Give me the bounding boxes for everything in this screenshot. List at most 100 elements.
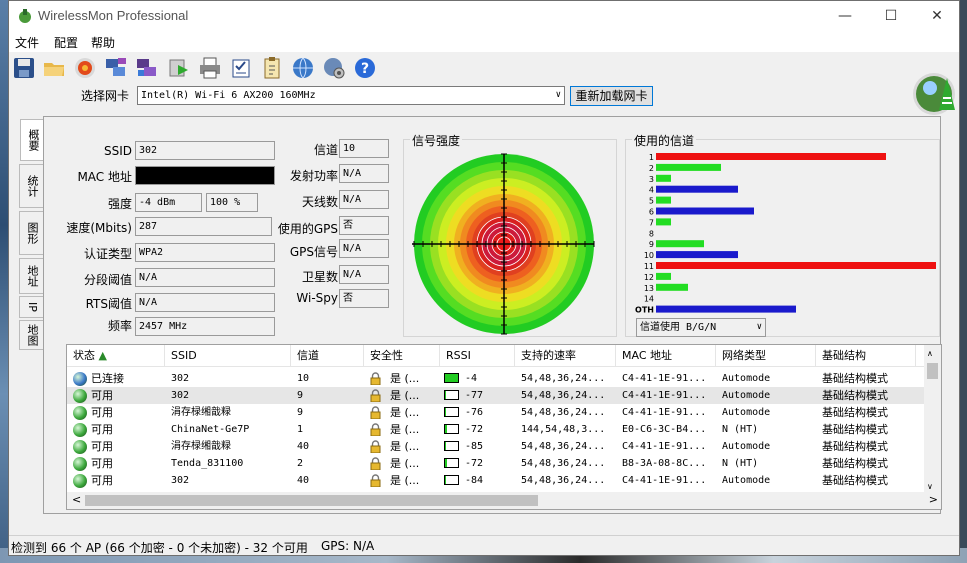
strength-pct-field: 100 %	[206, 193, 258, 212]
vertical-scrollbar[interactable]: ∧ ∨	[924, 345, 941, 493]
record-icon[interactable]	[73, 56, 97, 80]
col-infrastructure[interactable]: 基础结构	[816, 345, 916, 367]
cell-rates: 54,48,36,24...	[521, 475, 606, 486]
cell-mac: E0-C6-3C-B4...	[622, 424, 707, 435]
gps-used-label: 使用的GPS	[277, 222, 338, 236]
horizontal-scrollbar[interactable]: < >	[67, 492, 941, 509]
cell-infra: 基础结构模式	[822, 372, 888, 385]
maximize-button[interactable]: ☐	[868, 1, 914, 32]
channel-tick-label: 2	[649, 164, 654, 173]
gps-signal-field: N/A	[339, 239, 389, 258]
cell-infra: 基础结构模式	[822, 389, 888, 402]
col-ssid[interactable]: SSID	[165, 345, 291, 367]
vertical-scroll-thumb[interactable]	[927, 363, 938, 379]
tab-ip[interactable]: IP	[19, 296, 43, 318]
channel-bar	[656, 196, 671, 204]
satellites-label: 卫星数	[301, 270, 338, 284]
col-network-type[interactable]: 网络类型	[716, 345, 816, 367]
scroll-right-icon[interactable]: >	[929, 493, 938, 506]
cell-infra: 基础结构模式	[822, 423, 888, 436]
settings-globe-icon[interactable]	[322, 56, 346, 80]
scroll-down-icon[interactable]: ∨	[927, 482, 933, 491]
tab-address[interactable]: 地址	[19, 258, 43, 294]
horizontal-scroll-thumb[interactable]	[85, 495, 538, 506]
channel-tick-label: 7	[649, 218, 654, 227]
channel-field: 10	[339, 139, 389, 158]
status-bar: 检测到 66 个 AP (66 个加密 - 0 个未加密) - 32 个可用 G…	[9, 535, 959, 556]
col-mac[interactable]: MAC 地址	[616, 345, 716, 367]
wispy-label: Wi-Spy	[296, 291, 338, 305]
menu-file[interactable]: 文件	[15, 34, 39, 51]
nic-select[interactable]: Intel(R) Wi-Fi 6 AX200 160MHz ∨	[137, 86, 565, 105]
channel-tick-label: 13	[644, 284, 654, 293]
cell-security: 是 (...	[390, 406, 420, 419]
chevron-down-icon: ∨	[555, 90, 561, 100]
save-icon[interactable]	[12, 56, 36, 80]
tab-summary[interactable]: 概要	[20, 119, 44, 161]
col-channel[interactable]: 信道	[291, 345, 364, 367]
table-row[interactable]: 可用 302 9 是 (... -77 54,48,36,24... C4-41-1E-91…	[67, 387, 927, 404]
rssi-meter	[444, 458, 459, 468]
cell-channel: 2	[297, 458, 304, 469]
channels-used-group: 使用的信道 1 2 3 4 5 6 7 8 9 10 11 12 13 14 OTH 信道使用 B/G/N …	[625, 132, 940, 337]
help-icon[interactable]: ?	[353, 56, 377, 80]
network-cards-alt-icon[interactable]	[135, 56, 159, 80]
checklist-icon[interactable]	[229, 56, 253, 80]
status-dot-icon	[73, 474, 87, 488]
cell-channel: 40	[297, 475, 310, 486]
reload-nic-button[interactable]: 重新加载网卡	[570, 86, 653, 106]
close-button[interactable]: ✕	[914, 1, 960, 32]
table-row[interactable]: 可用 Tenda_831100 2 是 (... -72 54,48,36,24... B8…	[67, 455, 927, 472]
table-row[interactable]: 可用 302 40 是 (... -84 54,48,36,24... C4-41-1E-9…	[67, 472, 927, 489]
menu-help[interactable]: 帮助	[91, 34, 115, 51]
cell-mac: C4-41-1E-91...	[622, 390, 707, 401]
tab-statistics[interactable]: 统计	[19, 164, 43, 208]
channel-usage-select[interactable]: 信道使用 B/G/N ∨	[636, 318, 766, 337]
window-title: WirelessMon Professional	[38, 8, 189, 23]
cell-mac: C4-41-1E-91...	[622, 441, 707, 452]
tab-graph[interactable]: 图形	[19, 211, 43, 255]
channel-bar	[656, 153, 886, 160]
menu-config[interactable]: 配置	[54, 34, 78, 51]
channel-bar	[656, 283, 688, 291]
channel-bar	[656, 240, 704, 248]
clipboard-icon[interactable]	[260, 56, 284, 80]
open-folder-icon[interactable]	[42, 56, 66, 80]
lock-icon	[370, 474, 381, 487]
cell-security: 是 (...	[390, 423, 420, 436]
rts-field: N/A	[135, 293, 275, 312]
run-icon[interactable]	[167, 56, 191, 80]
channel-bar	[656, 272, 671, 280]
network-cards-icon[interactable]	[104, 56, 128, 80]
col-security[interactable]: 安全性	[364, 345, 440, 367]
globe-icon[interactable]	[291, 56, 315, 80]
col-rates[interactable]: 支持的速率	[515, 345, 616, 367]
rssi-meter-fill	[445, 391, 447, 399]
wispy-field: 否	[339, 289, 389, 308]
title-bar: WirelessMon Professional — ☐ ✕	[9, 1, 959, 32]
table-row[interactable]: 已连接 302 10 是 (... -4 54,48,36,24... C4-41-1E-9…	[67, 370, 927, 387]
cell-infra: 基础结构模式	[822, 474, 888, 487]
print-icon[interactable]	[198, 56, 222, 80]
rssi-meter	[444, 390, 459, 400]
speed-field: 287	[135, 217, 272, 236]
menu-bar: 文件 配置 帮助	[9, 32, 959, 52]
status-dot-icon	[73, 406, 87, 420]
channel-bar-chart: 1234567891011121314OTH	[635, 153, 936, 315]
txpower-field: N/A	[339, 164, 389, 183]
col-status[interactable]: 状态 ▲	[67, 345, 165, 367]
minimize-button[interactable]: —	[822, 1, 868, 32]
table-row[interactable]: 可用 ChinaNet-Ge7P 1 是 (... -72 144,54,48,3... E…	[67, 421, 927, 438]
scroll-left-icon[interactable]: <	[72, 493, 81, 506]
scroll-up-icon[interactable]: ∧	[927, 349, 933, 358]
rssi-meter-fill	[445, 425, 447, 433]
table-row[interactable]: 可用 涓存椂缃戠粶 9 是 (... -76 54,48,36,24... C4-41-1E…	[67, 404, 927, 421]
gps-status: GPS: N/A	[321, 539, 375, 553]
table-row[interactable]: 可用 涓存椂缃戠粶 40 是 (... -85 54,48,36,24... C4-41-1…	[67, 438, 927, 455]
cell-rates: 54,48,36,24...	[521, 407, 606, 418]
cell-ssid: 302	[171, 390, 190, 401]
tab-map[interactable]: 地图	[19, 320, 43, 350]
col-rssi[interactable]: RSSI	[440, 345, 515, 367]
rssi-meter-fill	[445, 374, 458, 382]
channel-tick-label: 5	[649, 197, 654, 206]
